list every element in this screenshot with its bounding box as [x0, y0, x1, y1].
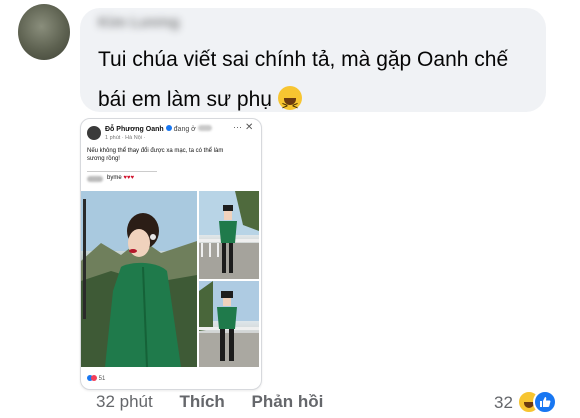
laughing-emoji-icon [277, 86, 302, 127]
post-author-avatar [87, 126, 101, 140]
post-location-status: đang ở [173, 126, 196, 133]
post-reaction-count: 51 [98, 376, 106, 382]
post-caption: Nếu không thể thay đổi được xa mạc, ta c… [87, 148, 224, 162]
post-photo-main [81, 191, 197, 367]
verified-badge-icon [165, 125, 172, 131]
shared-post-screenshot[interactable]: Đỗ Phương Oanh đang ở 1 phút · Hà Nội · ·… [80, 118, 262, 390]
post-photo-top [199, 191, 259, 279]
close-icon: ✕ [245, 122, 254, 133]
comment-actions: 32 phút Thích Phản hồi [96, 392, 345, 412]
comment-timestamp[interactable]: 32 phút [96, 392, 153, 411]
commenter-avatar[interactable] [18, 4, 70, 60]
reply-button[interactable]: Phản hồi [252, 392, 324, 411]
mention-line: byme ♥♥♥ [107, 175, 134, 181]
mention-name: byme [107, 175, 122, 181]
blurred-mention [87, 176, 103, 182]
post-reaction-summary: 51 [87, 375, 105, 382]
comment-text: Tui chúa viết sai chính tả, mà gặp Oanh … [98, 40, 538, 127]
commenter-name[interactable]: Kim Lương [98, 14, 180, 31]
like-button[interactable]: Thích [179, 392, 224, 411]
more-options-icon: ··· [233, 122, 242, 132]
comment-body: Tui chúa viết sai chính tả, mà gặp Oanh … [98, 48, 509, 111]
like-reaction-icon [532, 390, 557, 414]
blurred-location [197, 125, 212, 131]
post-photo-bottom [199, 281, 259, 367]
comment-reaction-summary[interactable]: 32 [494, 390, 557, 416]
hearts-icon: ♥♥♥ [123, 175, 135, 181]
post-author-name: Đỗ Phương Oanh [105, 126, 164, 133]
comment-reaction-count: 32 [494, 393, 513, 412]
post-meta: 1 phút · Hà Nội · [105, 135, 146, 141]
post-author-line: Đỗ Phương Oanh đang ở [105, 125, 212, 133]
love-dot-icon [91, 375, 97, 381]
